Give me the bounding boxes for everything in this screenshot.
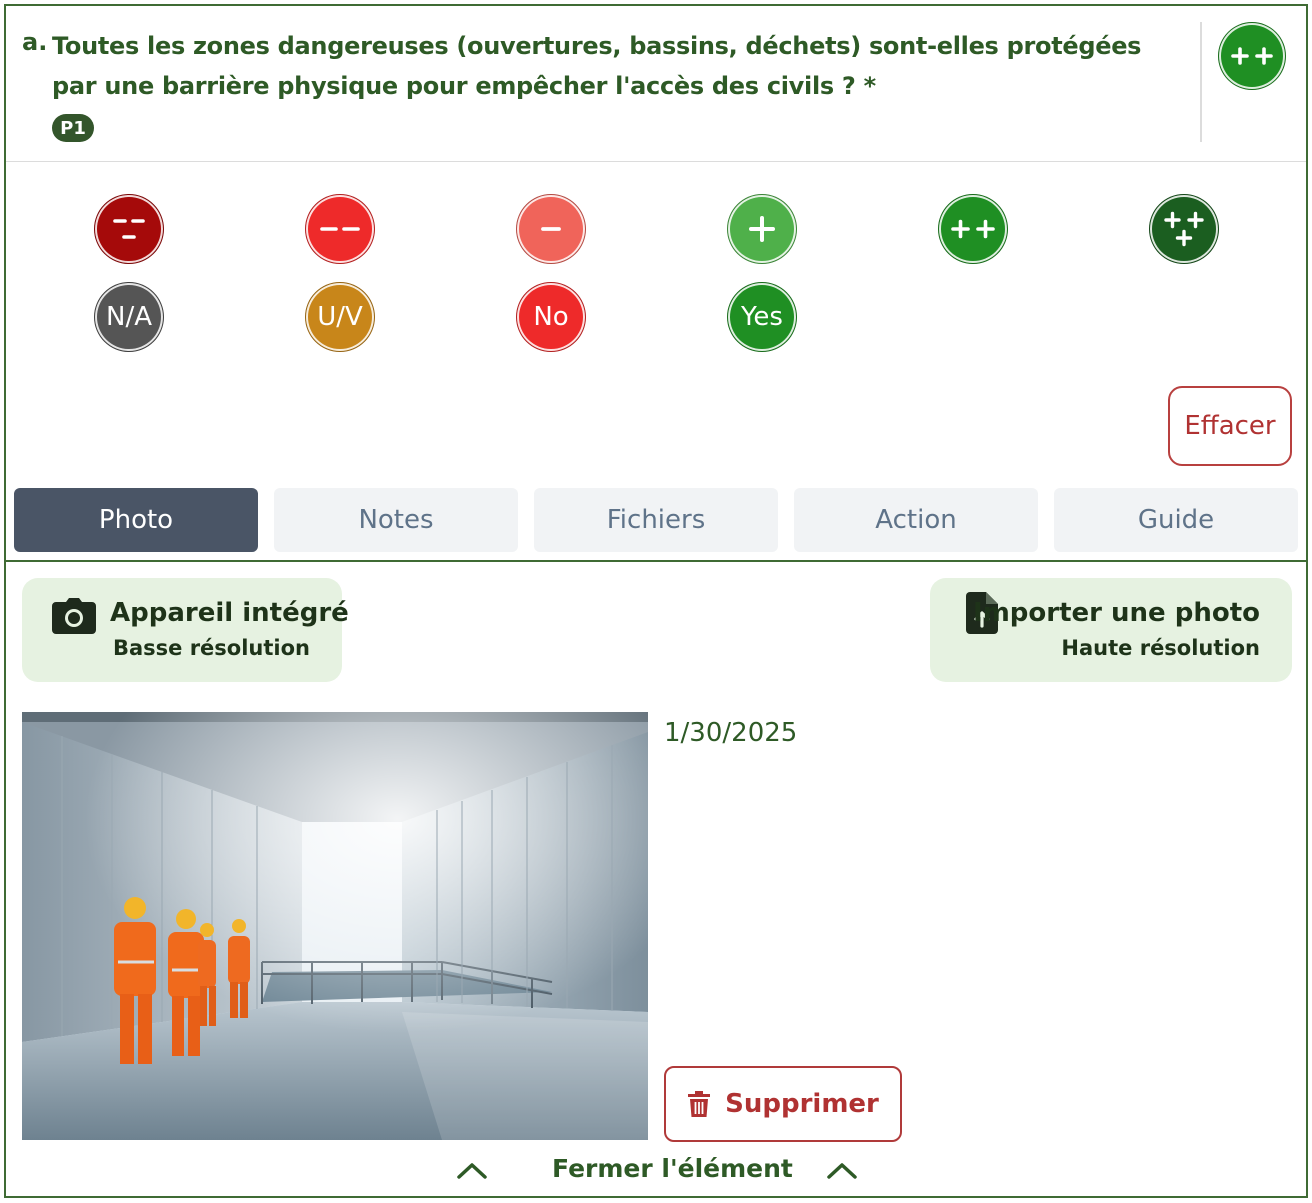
tab-photo[interactable]: Photo [14, 488, 258, 552]
status-uv-label: U/V [317, 302, 363, 332]
status-yes-label: Yes [741, 302, 783, 332]
tab-notes[interactable]: Notes [274, 488, 518, 552]
tab-guide[interactable]: Guide [1054, 488, 1298, 552]
rating-plus[interactable] [727, 194, 797, 264]
camera-icon [52, 598, 96, 634]
question-prefix: a. [22, 28, 48, 56]
close-item-label: Fermer l'élément [552, 1154, 793, 1183]
camera-button-subtitle: Basse résolution [112, 636, 310, 660]
rating-double-plus[interactable] [938, 194, 1008, 264]
clear-button[interactable]: Effacer [1168, 386, 1292, 466]
status-no-button[interactable]: No [516, 282, 586, 352]
selected-rating-indicator [1218, 22, 1286, 90]
triple-plus-icon [1164, 211, 1204, 247]
close-item-row[interactable]: Fermer l'élément [6, 1150, 1306, 1190]
tabs-divider [6, 560, 1306, 562]
rating-double-minus[interactable] [305, 194, 375, 264]
status-uv-button[interactable]: U/V [305, 282, 375, 352]
status-yes-button[interactable]: Yes [727, 282, 797, 352]
double-plus-icon [1231, 47, 1273, 65]
trash-icon [688, 1091, 711, 1117]
double-minus-icon [320, 227, 360, 231]
triple-minus-icon [113, 219, 145, 239]
plus-icon [749, 216, 775, 242]
double-plus-icon [951, 219, 995, 239]
rating-triple-minus[interactable] [94, 194, 164, 264]
photo-date: 1/30/2025 [664, 718, 798, 748]
header-divider [1200, 22, 1202, 142]
tab-files[interactable]: Fichiers [534, 488, 778, 552]
photo-image [22, 712, 648, 1140]
attached-photo[interactable] [22, 712, 648, 1140]
status-na-label: N/A [106, 302, 152, 332]
tab-action[interactable]: Action [794, 488, 1038, 552]
delete-photo-button[interactable]: Supprimer [664, 1066, 902, 1142]
rating-triple-plus[interactable] [1149, 194, 1219, 264]
rating-minus[interactable] [516, 194, 586, 264]
question-card: a. Toutes les zones dangereuses (ouvertu… [4, 4, 1308, 1198]
delete-photo-label: Supprimer [725, 1089, 879, 1119]
status-na-button[interactable]: N/A [94, 282, 164, 352]
priority-badge: P1 [52, 114, 94, 142]
question-header: a. Toutes les zones dangereuses (ouvertu… [6, 6, 1306, 162]
question-text: Toutes les zones dangereuses (ouvertures… [52, 32, 1142, 100]
camera-button[interactable]: Appareil intégré Basse résolution [22, 578, 349, 682]
chevron-up-icon [457, 1163, 487, 1179]
import-photo-button[interactable]: Importer une photo Haute résolution [930, 578, 1292, 682]
status-no-label: No [533, 302, 569, 332]
import-photo-title: Importer une photo [973, 598, 1260, 628]
minus-icon [541, 227, 561, 231]
chevron-up-icon [827, 1163, 857, 1179]
camera-button-title: Appareil intégré [110, 598, 349, 628]
import-photo-subtitle: Haute résolution [1061, 636, 1260, 660]
